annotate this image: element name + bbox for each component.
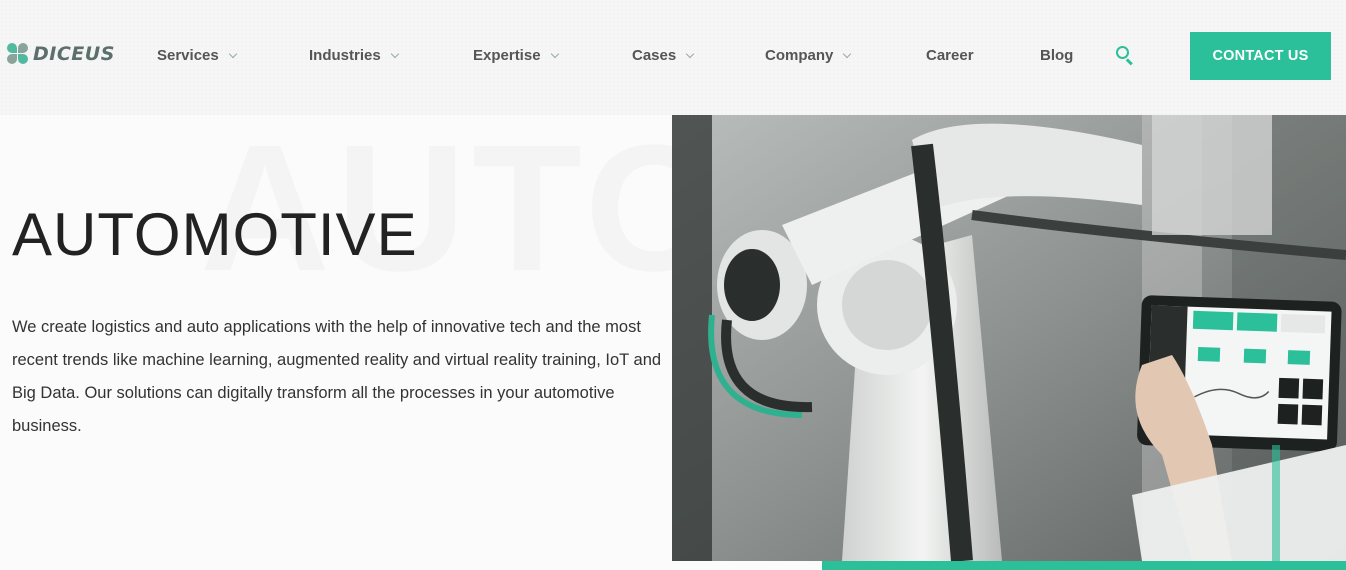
nav-item-label: Career	[926, 47, 974, 64]
nav-item-services[interactable]: Services	[157, 47, 237, 64]
nav-item-cases[interactable]: Cases	[632, 47, 695, 64]
chevron-down-icon	[843, 49, 852, 58]
search-ring	[1116, 46, 1129, 59]
contact-us-button[interactable]: CONTACT US	[1190, 32, 1331, 80]
page-title: AUTOMOTIVE	[12, 201, 418, 268]
search-handle	[1126, 58, 1133, 66]
nav-item-label: Services	[157, 47, 219, 64]
chevron-down-icon	[228, 49, 237, 58]
chevron-down-icon	[390, 49, 399, 58]
nav-item-expertise[interactable]: Expertise	[473, 47, 559, 64]
nav-item-label: Company	[765, 47, 834, 64]
nav-item-label: Industries	[309, 47, 381, 64]
logo[interactable]: DICEUS	[7, 43, 115, 65]
accent-bar	[822, 561, 1346, 570]
nav-item-career[interactable]: Career	[926, 47, 974, 64]
chevron-down-icon	[685, 49, 695, 58]
nav-item-blog[interactable]: Blog	[1040, 47, 1073, 64]
chevron-down-icon	[550, 49, 559, 58]
nav-item-label: Expertise	[473, 47, 541, 64]
site-header: DICEUS Services Industries Expertise Cas…	[0, 0, 1346, 115]
logo-icon	[7, 43, 29, 65]
page-description: We create logistics and auto application…	[12, 318, 662, 435]
nav-item-label: Cases	[632, 47, 677, 64]
logo-text: DICEUS	[33, 43, 115, 65]
nav-item-industries[interactable]: Industries	[309, 47, 399, 64]
nav-item-label: Blog	[1040, 47, 1074, 64]
hero-image	[672, 115, 1346, 561]
search-icon[interactable]	[1115, 45, 1135, 66]
nav-item-company[interactable]: Company	[765, 47, 852, 64]
